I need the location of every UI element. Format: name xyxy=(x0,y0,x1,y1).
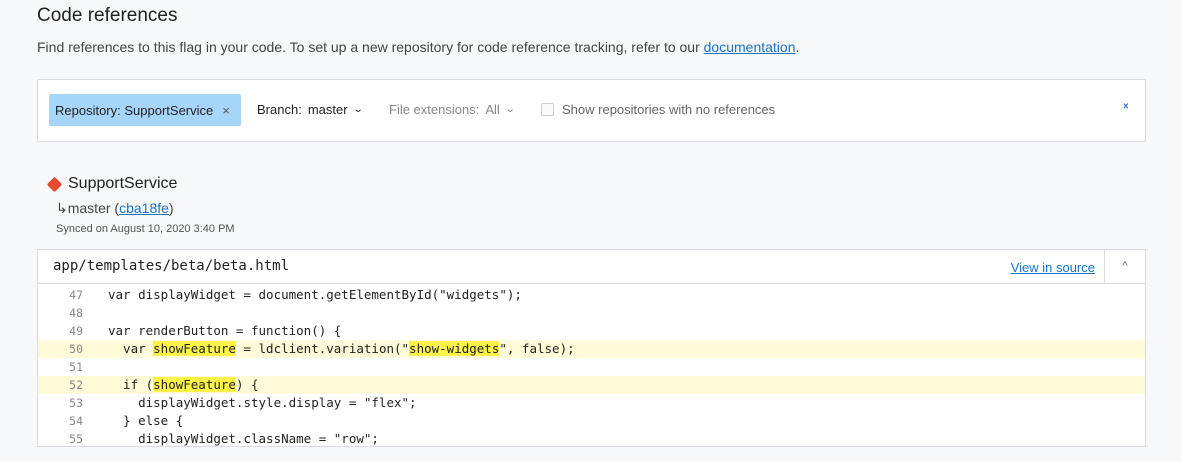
code-text: } else { xyxy=(108,413,184,428)
git-icon xyxy=(46,176,63,192)
commit-link[interactable]: cba18fe xyxy=(119,200,169,216)
show-empty-repos-checkbox[interactable]: Show repositories with no references xyxy=(541,102,775,117)
code-line: 53 displayWidget.style.display = "flex"; xyxy=(38,394,1145,412)
collapse-file-button[interactable]: ^ xyxy=(1104,250,1145,283)
branch-dropdown[interactable]: Branch: master ⌄ xyxy=(257,102,364,117)
repository-heading: SupportService xyxy=(46,175,177,193)
code-text: var renderButton = function() { xyxy=(108,323,342,338)
code-text: displayWidget.className = "row"; xyxy=(108,431,379,446)
description-end: . xyxy=(795,39,800,55)
line-code: var renderButton = function() { xyxy=(108,322,341,340)
code-line: 52 if (showFeature) { xyxy=(38,376,1145,394)
line-number: 47 xyxy=(69,288,83,302)
code-text: ) { xyxy=(235,377,259,392)
branch-label: Branch: xyxy=(257,102,302,117)
line-code: displayWidget.className = "row"; xyxy=(108,430,379,446)
checkbox[interactable] xyxy=(541,103,554,116)
code-text: ", false); xyxy=(499,341,575,356)
line-number: 54 xyxy=(69,414,83,428)
sync-timestamp: Synced on August 10, 2020 3:40 PM xyxy=(56,223,235,235)
code-line: 51 xyxy=(38,358,1145,376)
branch-value: master xyxy=(307,102,348,117)
line-number: 50 xyxy=(69,342,83,356)
line-number: 51 xyxy=(69,360,83,374)
chevron-up-icon: ^ xyxy=(1122,260,1128,272)
description-text: Find references to this flag in your cod… xyxy=(37,39,704,55)
code-text: var displayWidget = document.getElementB… xyxy=(108,287,522,302)
documentation-link[interactable]: documentation xyxy=(704,39,796,55)
view-in-source-link[interactable]: View in source xyxy=(1011,260,1095,275)
code-line: 50 var showFeature = ldclient.variation(… xyxy=(38,340,1145,358)
line-code: displayWidget.style.display = "flex"; xyxy=(108,394,417,412)
repository-filter-chip[interactable]: Repository: SupportService × xyxy=(49,94,241,126)
file-header: app/templates/beta/beta.html View in sou… xyxy=(38,250,1145,284)
line-number: 52 xyxy=(69,378,83,392)
flag-key-highlight: showFeature xyxy=(153,377,236,392)
branch-arrow-icon: ↳ xyxy=(56,200,68,216)
code-line: 55 displayWidget.className = "row"; xyxy=(38,430,1145,446)
branch-info: ↳master (cba18fe) xyxy=(56,200,174,216)
branch-name: master xyxy=(67,200,111,216)
code-lines: 47 var displayWidget = document.getElemen… xyxy=(38,284,1145,446)
filter-bar: Repository: SupportService × Branch: maste… xyxy=(37,79,1146,142)
file-extensions-dropdown[interactable]: File extensions: All ⌄ xyxy=(389,102,516,117)
line-number: 53 xyxy=(69,396,83,410)
code-text: displayWidget.style.display = "flex"; xyxy=(108,395,417,410)
code-text: = ldclient.variation(" xyxy=(235,341,410,356)
code-line: 48 xyxy=(38,304,1145,322)
flag-key-highlight: showFeature xyxy=(153,341,236,356)
code-text: if ( xyxy=(108,377,154,392)
close-icon[interactable]: × xyxy=(222,103,230,118)
code-line: 54 } else { xyxy=(38,412,1145,430)
line-code: var displayWidget = document.getElementB… xyxy=(108,286,522,304)
line-code: var showFeature = ldclient.variation("sh… xyxy=(108,340,575,358)
chevron-down-icon: ⌄ xyxy=(352,104,364,115)
code-text: var xyxy=(108,341,154,356)
description: Find references to this flag in your cod… xyxy=(37,39,799,55)
line-number: 49 xyxy=(69,324,83,338)
flag-key-highlight: show-widgets xyxy=(409,341,500,356)
code-line: 49 var renderButton = function() { xyxy=(38,322,1145,340)
ext-label: File extensions: xyxy=(389,102,480,117)
line-code: if (showFeature) { xyxy=(108,376,259,394)
page-title: Code references xyxy=(37,5,178,26)
line-number: 55 xyxy=(69,432,83,446)
code-reference-panel: app/templates/beta/beta.html View in sou… xyxy=(37,249,1146,447)
file-path: app/templates/beta/beta.html xyxy=(53,258,290,274)
line-number: 48 xyxy=(69,306,83,320)
ext-value: All xyxy=(485,102,500,117)
code-line: 47 var displayWidget = document.getElemen… xyxy=(38,286,1145,304)
checkbox-label: Show repositories with no references xyxy=(562,102,776,117)
chevron-down-icon: ⌄ xyxy=(504,104,516,115)
collapse-all-icon[interactable]: ⌄ ⌃ xyxy=(1122,99,1130,116)
repository-name: SupportService xyxy=(68,175,178,192)
line-code: } else { xyxy=(108,412,183,430)
chip-label: Repository: SupportService xyxy=(55,102,214,118)
